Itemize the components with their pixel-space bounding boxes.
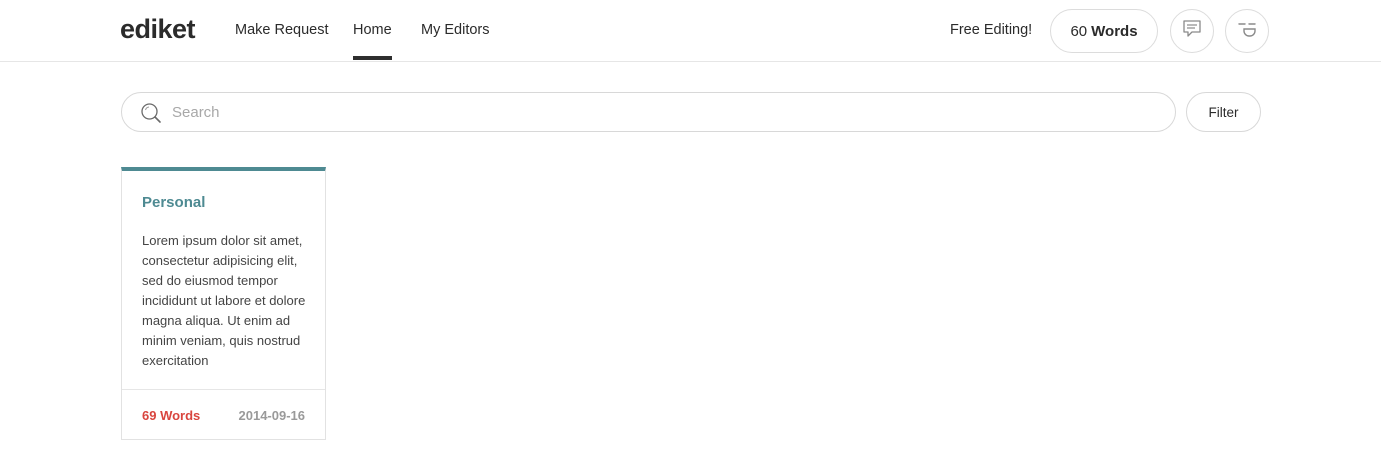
free-editing-link[interactable]: Free Editing! bbox=[950, 22, 1032, 38]
top-navigation-bar: ediket Make Request Home My Editors Free… bbox=[0, 0, 1381, 62]
card-title: Personal bbox=[142, 194, 206, 211]
user-face-icon bbox=[1235, 18, 1259, 45]
request-card[interactable]: Personal Lorem ipsum dolor sit amet, con… bbox=[121, 167, 326, 440]
nav-my-editors[interactable]: My Editors bbox=[421, 22, 490, 38]
card-word-count: 69 Words bbox=[142, 408, 201, 423]
word-balance-unit: Words bbox=[1091, 22, 1138, 40]
card-footer: 69 Words 2014-09-16 bbox=[122, 389, 325, 440]
card-body: Lorem ipsum dolor sit amet, consectetur … bbox=[142, 233, 306, 368]
profile-button[interactable] bbox=[1225, 9, 1269, 53]
nav-home[interactable]: Home bbox=[353, 22, 392, 60]
search-icon bbox=[140, 102, 162, 129]
filter-button[interactable]: Filter bbox=[1186, 92, 1261, 132]
nav-make-request[interactable]: Make Request bbox=[235, 22, 329, 38]
logo[interactable]: ediket bbox=[120, 14, 196, 45]
word-balance-count: 60 bbox=[1070, 22, 1088, 40]
search-bar bbox=[121, 92, 1176, 132]
messages-button[interactable] bbox=[1170, 9, 1214, 53]
card-date: 2014-09-16 bbox=[238, 408, 306, 423]
search-input[interactable] bbox=[172, 93, 1152, 131]
chat-icon bbox=[1181, 18, 1203, 45]
word-balance-button[interactable]: 60 Words bbox=[1050, 9, 1158, 53]
